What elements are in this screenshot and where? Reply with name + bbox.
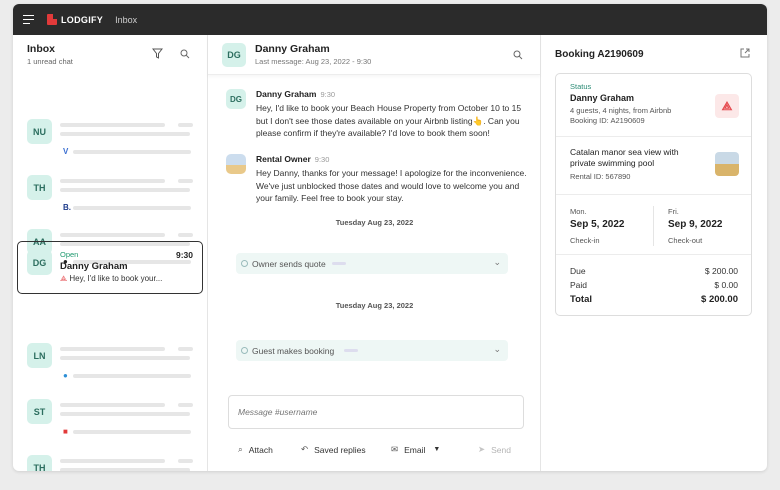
rental-name: Catalan manor sea view with private swim…: [570, 147, 679, 168]
chat-list-item[interactable]: TH B.: [27, 175, 195, 215]
attach-button[interactable]: ⌕ Attach: [238, 444, 273, 455]
message-time: 9:30: [314, 155, 330, 164]
event-guest-makes-booking[interactable]: Guest makes booking ⌄: [236, 340, 508, 361]
saved-replies-label: Saved replies: [314, 444, 366, 455]
email-label: Email: [404, 444, 426, 455]
due-label: Due: [570, 266, 586, 276]
booking-card: Status Danny Graham 4 guests, 4 nights, …: [555, 73, 752, 316]
status-badge: Open: [60, 250, 79, 259]
event-icon: [241, 347, 248, 354]
date-separator: Tuesday Aug 23, 2022: [335, 218, 414, 227]
caret-down-icon: ▼: [433, 446, 441, 453]
event-label: Guest makes booking: [252, 346, 335, 356]
external-link-icon[interactable]: [740, 48, 750, 58]
conversation-header: DG Danny Graham Last message: Aug 23, 20…: [208, 35, 540, 75]
avatar: LN: [27, 343, 52, 368]
booking-com-icon: B.: [63, 203, 71, 212]
chat-list-item[interactable]: LN ●: [27, 343, 195, 383]
airbnb-icon: ⟁: [60, 274, 68, 283]
chat-time: 9:30: [175, 250, 193, 260]
checkin-date: Sep 5, 2022: [570, 219, 625, 230]
checkout-date: Sep 9, 2022: [668, 219, 723, 230]
owner-avatar: [226, 154, 246, 174]
status-label: Status: [570, 82, 592, 91]
event-label: Owner sends quote: [252, 259, 326, 269]
chevron-down-icon[interactable]: ⌄: [493, 257, 501, 268]
guest-meta: 4 guests, 4 nights, from Airbnb: [570, 106, 672, 115]
top-bar: LODGIFY Inbox: [13, 4, 767, 35]
sender-name: Rental Owner: [256, 154, 311, 164]
search-icon[interactable]: [513, 50, 523, 60]
chat-preview: ⟁ Hey, I'd like to book your...: [60, 274, 162, 284]
saved-replies-button[interactable]: ↶ Saved replies: [301, 444, 366, 455]
booking-panel: Booking A2190609 Status Danny Graham 4 g…: [541, 35, 767, 471]
paperclip-icon: ⌕: [238, 444, 243, 454]
message-sender: Danny Graham 9:30: [256, 89, 335, 99]
avatar: DG: [27, 250, 52, 275]
checkout-day: Fri.: [668, 207, 679, 216]
avatar: DG: [222, 43, 246, 67]
chevron-down-icon[interactable]: ⌄: [493, 344, 501, 355]
avatar: TH: [27, 175, 52, 200]
total-label: Total: [570, 294, 592, 305]
lodgify-logo-icon: [47, 14, 57, 25]
lodgify-source-icon: ■: [63, 427, 68, 436]
send-button[interactable]: ➤ Send: [478, 444, 511, 455]
booking-title: Booking A2190609: [555, 49, 644, 60]
avatar: DG: [226, 89, 246, 109]
mail-icon: ✉: [391, 444, 399, 454]
menu-icon[interactable]: [23, 15, 34, 24]
message-text: Hey, I'd like to book your Beach House P…: [256, 103, 522, 138]
booking-id: Booking ID: A2190609: [570, 116, 645, 125]
app-window: LODGIFY Inbox Inbox 1 unread chat NU V T…: [13, 4, 767, 471]
airbnb-icon: ⟁: [715, 94, 739, 118]
rental-id: Rental ID: 567890: [570, 172, 631, 181]
message-text: Hey Danny, thanks for your message! I ap…: [256, 168, 527, 203]
event-icon: [241, 260, 248, 267]
message-sender: Rental Owner 9:30: [256, 154, 329, 164]
total-value: $ 200.00: [701, 294, 738, 305]
paid-value: $ 0.00: [714, 280, 738, 290]
guest-name: Danny Graham: [570, 93, 635, 103]
last-message-time: Last message: Aug 23, 2022 - 9:30: [255, 57, 372, 66]
inbox-panel: Inbox 1 unread chat NU V TH B. AA ● DG O…: [13, 35, 208, 471]
send-label: Send: [491, 444, 511, 455]
chat-preview-text: Hey, I'd like to book your...: [69, 274, 163, 283]
checkout-label: Check-out: [668, 236, 703, 245]
attach-label: Attach: [248, 444, 273, 455]
reply-icon: ↶: [301, 444, 309, 454]
sender-name: Danny Graham: [256, 89, 317, 99]
event-owner-sends-quote[interactable]: Owner sends quote ⌄: [236, 253, 508, 274]
search-icon[interactable]: [180, 49, 190, 59]
avatar: TH: [27, 455, 52, 471]
rental-photo: [715, 152, 739, 176]
section-title: Inbox: [115, 14, 138, 25]
source-icon: ●: [63, 371, 68, 380]
vrbo-icon: V: [63, 147, 69, 156]
contact-name: Danny Graham: [255, 43, 330, 55]
paid-label: Paid: [570, 280, 588, 290]
chat-list-item-selected[interactable]: DG Open 9:30 Danny Graham ⟁ Hey, I'd lik…: [17, 241, 203, 294]
due-value: $ 200.00: [704, 266, 738, 276]
logo-text: LODGIFY: [61, 14, 104, 25]
chat-name: Danny Graham: [60, 261, 128, 272]
message-input[interactable]: [228, 395, 524, 429]
email-channel-select[interactable]: ✉ Email ▼: [391, 444, 440, 455]
chat-list-item[interactable]: ST ■: [27, 399, 195, 439]
send-icon: ➤: [478, 444, 486, 454]
date-separator: Tuesday Aug 23, 2022: [335, 301, 414, 310]
message-time: 9:30: [320, 90, 336, 99]
chat-list-item[interactable]: NU V: [27, 119, 195, 159]
checkin-day: Mon.: [570, 207, 587, 216]
avatar: NU: [27, 119, 52, 144]
conversation-panel: DG Danny Graham Last message: Aug 23, 20…: [208, 35, 541, 471]
filter-icon[interactable]: [152, 48, 163, 59]
avatar: ST: [27, 399, 52, 424]
chat-list-item[interactable]: TH ⟁: [27, 455, 195, 471]
checkin-label: Check-in: [570, 236, 600, 245]
